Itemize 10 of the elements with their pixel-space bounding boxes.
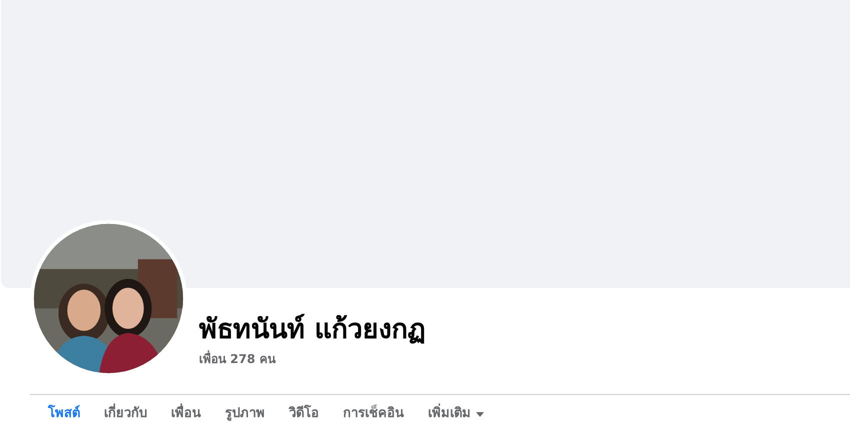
caret-icon xyxy=(476,412,484,416)
profile-tab[interactable]: เกี่ยวกับ xyxy=(92,405,159,423)
profile-tab[interactable]: รูปภาพ xyxy=(213,405,277,423)
profile-tab[interactable]: วิดีโอ xyxy=(277,405,331,423)
profile-name: พัธทนันท์ แก้วยงกฏ xyxy=(199,312,426,347)
profile-tab[interactable]: เพื่อน xyxy=(159,405,213,423)
friends-count: เพื่อน 278 คน xyxy=(199,349,277,368)
profile-tab[interactable]: เพิ่มเติม xyxy=(416,405,496,423)
profile-tab[interactable]: การเช็คอิน xyxy=(331,405,416,423)
profile-tab[interactable]: โพสต์ xyxy=(36,405,92,423)
